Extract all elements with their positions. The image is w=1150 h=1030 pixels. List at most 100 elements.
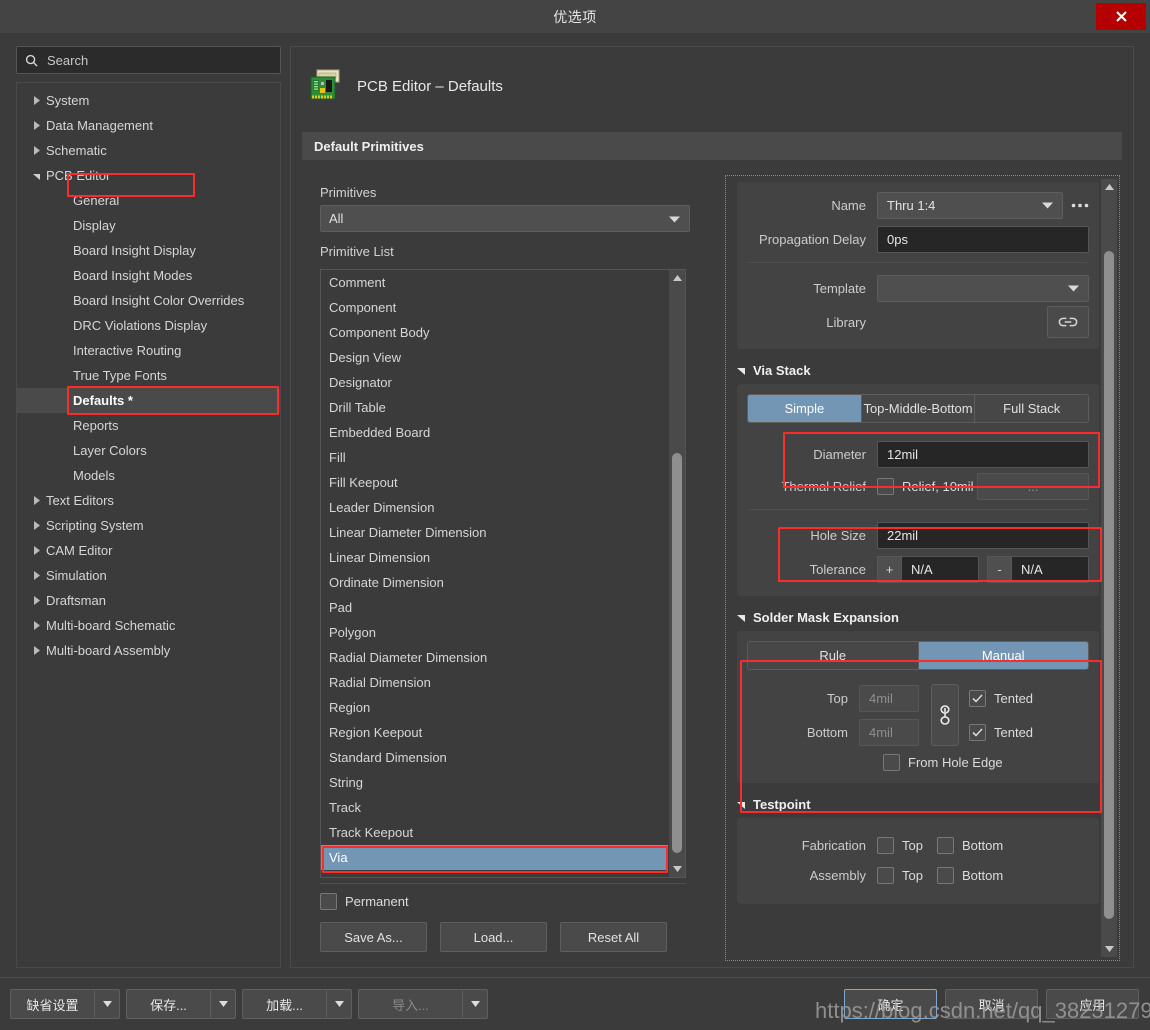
list-item[interactable]: Linear Dimension bbox=[321, 545, 668, 570]
thermal-relief-more-button[interactable]: ... bbox=[977, 473, 1089, 500]
smask-bottom-input[interactable]: 4mil bbox=[859, 719, 919, 746]
smask-top-input[interactable]: 4mil bbox=[859, 685, 919, 712]
load-dropdown-arrow[interactable] bbox=[326, 989, 352, 1019]
sidebar-item-cam-editor[interactable]: CAM Editor bbox=[17, 538, 280, 563]
list-item[interactable]: Ordinate Dimension bbox=[321, 570, 668, 595]
save-split-button[interactable]: 保存... bbox=[126, 989, 236, 1019]
list-item[interactable]: Standard Dimension bbox=[321, 745, 668, 770]
solder-mask-mode-segmented[interactable]: Rule Manual bbox=[747, 641, 1089, 670]
name-select[interactable]: Thru 1:4 bbox=[877, 192, 1063, 219]
list-item[interactable]: Region bbox=[321, 695, 668, 720]
via-stack-mode-tmb[interactable]: Top-Middle-Bottom bbox=[862, 395, 976, 422]
fabrication-top-checkbox[interactable] bbox=[877, 837, 894, 854]
default-settings-split-button[interactable]: 缺省设置 bbox=[10, 989, 120, 1019]
list-item[interactable]: Radial Dimension bbox=[321, 670, 668, 695]
list-item[interactable]: Pad bbox=[321, 595, 668, 620]
sidebar-item-board-insight-modes[interactable]: Board Insight Modes bbox=[17, 263, 280, 288]
cancel-button[interactable]: 取消 bbox=[945, 989, 1038, 1019]
from-hole-edge-checkbox[interactable] bbox=[883, 754, 900, 771]
solder-mask-mode-rule[interactable]: Rule bbox=[748, 642, 919, 669]
list-item[interactable]: Designator bbox=[321, 370, 668, 395]
sidebar-item-board-insight-color-overrides[interactable]: Board Insight Color Overrides bbox=[17, 288, 280, 313]
list-item[interactable]: Embedded Board bbox=[321, 420, 668, 445]
sidebar-item-scripting-system[interactable]: Scripting System bbox=[17, 513, 280, 538]
reset-all-button[interactable]: Reset All bbox=[560, 922, 667, 952]
via-stack-section-title[interactable]: Via Stack bbox=[737, 363, 1099, 378]
via-stack-mode-simple[interactable]: Simple bbox=[748, 395, 862, 422]
scroll-up-icon[interactable] bbox=[669, 270, 685, 286]
list-item[interactable]: Component Body bbox=[321, 320, 668, 345]
list-item[interactable]: Component bbox=[321, 295, 668, 320]
sidebar-item-display[interactable]: Display bbox=[17, 213, 280, 238]
list-item[interactable]: Comment bbox=[321, 270, 668, 295]
search-input[interactable] bbox=[45, 52, 272, 69]
default-settings-button[interactable]: 缺省设置 bbox=[10, 989, 94, 1019]
solder-mask-mode-manual[interactable]: Manual bbox=[919, 642, 1089, 669]
smask-bottom-tented-checkbox[interactable] bbox=[969, 724, 986, 741]
list-item[interactable]: Fill bbox=[321, 445, 668, 470]
scroll-up-icon[interactable] bbox=[1101, 179, 1117, 195]
sidebar-item-simulation[interactable]: Simulation bbox=[17, 563, 280, 588]
list-item[interactable]: Linear Diameter Dimension bbox=[321, 520, 668, 545]
save-as-button[interactable]: Save As... bbox=[320, 922, 427, 952]
list-item[interactable]: Track Keepout bbox=[321, 820, 668, 845]
sidebar-item-system[interactable]: System bbox=[17, 88, 280, 113]
smask-top-tented-checkbox[interactable] bbox=[969, 690, 986, 707]
assembly-top-checkbox[interactable] bbox=[877, 867, 894, 884]
list-item[interactable]: Fill Keepout bbox=[321, 470, 668, 495]
scroll-thumb[interactable] bbox=[672, 453, 682, 853]
primitives-filter-combo[interactable]: All bbox=[320, 205, 690, 232]
list-item[interactable]: Polygon bbox=[321, 620, 668, 645]
save-dropdown-arrow[interactable] bbox=[210, 989, 236, 1019]
apply-button[interactable]: 应用 bbox=[1046, 989, 1139, 1019]
sidebar-item-true-type-fonts[interactable]: True Type Fonts bbox=[17, 363, 280, 388]
list-item[interactable]: String bbox=[321, 770, 668, 795]
library-link-button[interactable] bbox=[1047, 306, 1089, 338]
list-item[interactable]: Design View bbox=[321, 345, 668, 370]
smask-link-toggle[interactable] bbox=[931, 684, 959, 746]
sidebar-item-draftsman[interactable]: Draftsman bbox=[17, 588, 280, 613]
permanent-checkbox[interactable] bbox=[320, 893, 337, 910]
propagation-delay-input[interactable]: 0ps bbox=[877, 226, 1089, 253]
primitive-list-scrollbar[interactable] bbox=[669, 270, 685, 877]
sidebar-item-multi-board-schematic[interactable]: Multi-board Schematic bbox=[17, 613, 280, 638]
fabrication-bottom-checkbox[interactable] bbox=[937, 837, 954, 854]
sidebar-item-data-management[interactable]: Data Management bbox=[17, 113, 280, 138]
sidebar-item-board-insight-display[interactable]: Board Insight Display bbox=[17, 238, 280, 263]
sidebar-item-general[interactable]: General bbox=[17, 188, 280, 213]
sidebar-item-schematic[interactable]: Schematic bbox=[17, 138, 280, 163]
sidebar-item-models[interactable]: Models bbox=[17, 463, 280, 488]
diameter-input[interactable]: 12mil bbox=[877, 441, 1089, 468]
properties-scrollbar[interactable] bbox=[1101, 179, 1117, 957]
ok-button[interactable]: 确定 bbox=[844, 989, 937, 1019]
scroll-down-icon[interactable] bbox=[1101, 941, 1117, 957]
close-button[interactable] bbox=[1096, 3, 1146, 30]
assembly-bottom-checkbox[interactable] bbox=[937, 867, 954, 884]
preferences-tree[interactable]: SystemData ManagementSchematicPCB Editor… bbox=[16, 82, 281, 968]
tolerance-minus-input[interactable]: N/A bbox=[1011, 556, 1089, 583]
primitive-listbox[interactable]: CommentComponentComponent BodyDesign Vie… bbox=[320, 269, 686, 878]
list-item[interactable]: Region Keepout bbox=[321, 720, 668, 745]
list-item[interactable]: Radial Diameter Dimension bbox=[321, 645, 668, 670]
list-item[interactable]: Via bbox=[321, 845, 668, 870]
solder-mask-section-title[interactable]: Solder Mask Expansion bbox=[737, 610, 1099, 625]
save-button[interactable]: 保存... bbox=[126, 989, 210, 1019]
sidebar-item-interactive-routing[interactable]: Interactive Routing bbox=[17, 338, 280, 363]
tolerance-plus-input[interactable]: N/A bbox=[901, 556, 979, 583]
load-button[interactable]: Load... bbox=[440, 922, 547, 952]
import-split-button[interactable]: 导入... bbox=[358, 989, 488, 1019]
import-button[interactable]: 导入... bbox=[358, 989, 462, 1019]
sidebar-item-reports[interactable]: Reports bbox=[17, 413, 280, 438]
thermal-relief-checkbox[interactable] bbox=[877, 478, 894, 495]
scroll-thumb[interactable] bbox=[1104, 251, 1114, 919]
via-stack-mode-full[interactable]: Full Stack bbox=[975, 395, 1088, 422]
sidebar-item-layer-colors[interactable]: Layer Colors bbox=[17, 438, 280, 463]
scroll-down-icon[interactable] bbox=[669, 861, 685, 877]
sidebar-item-drc-violations-display[interactable]: DRC Violations Display bbox=[17, 313, 280, 338]
import-dropdown-arrow[interactable] bbox=[462, 989, 488, 1019]
list-item[interactable]: Track bbox=[321, 795, 668, 820]
load-split-button[interactable]: 加载... bbox=[242, 989, 352, 1019]
list-item[interactable]: Leader Dimension bbox=[321, 495, 668, 520]
name-more-button[interactable] bbox=[1067, 192, 1093, 219]
sidebar-item-text-editors[interactable]: Text Editors bbox=[17, 488, 280, 513]
